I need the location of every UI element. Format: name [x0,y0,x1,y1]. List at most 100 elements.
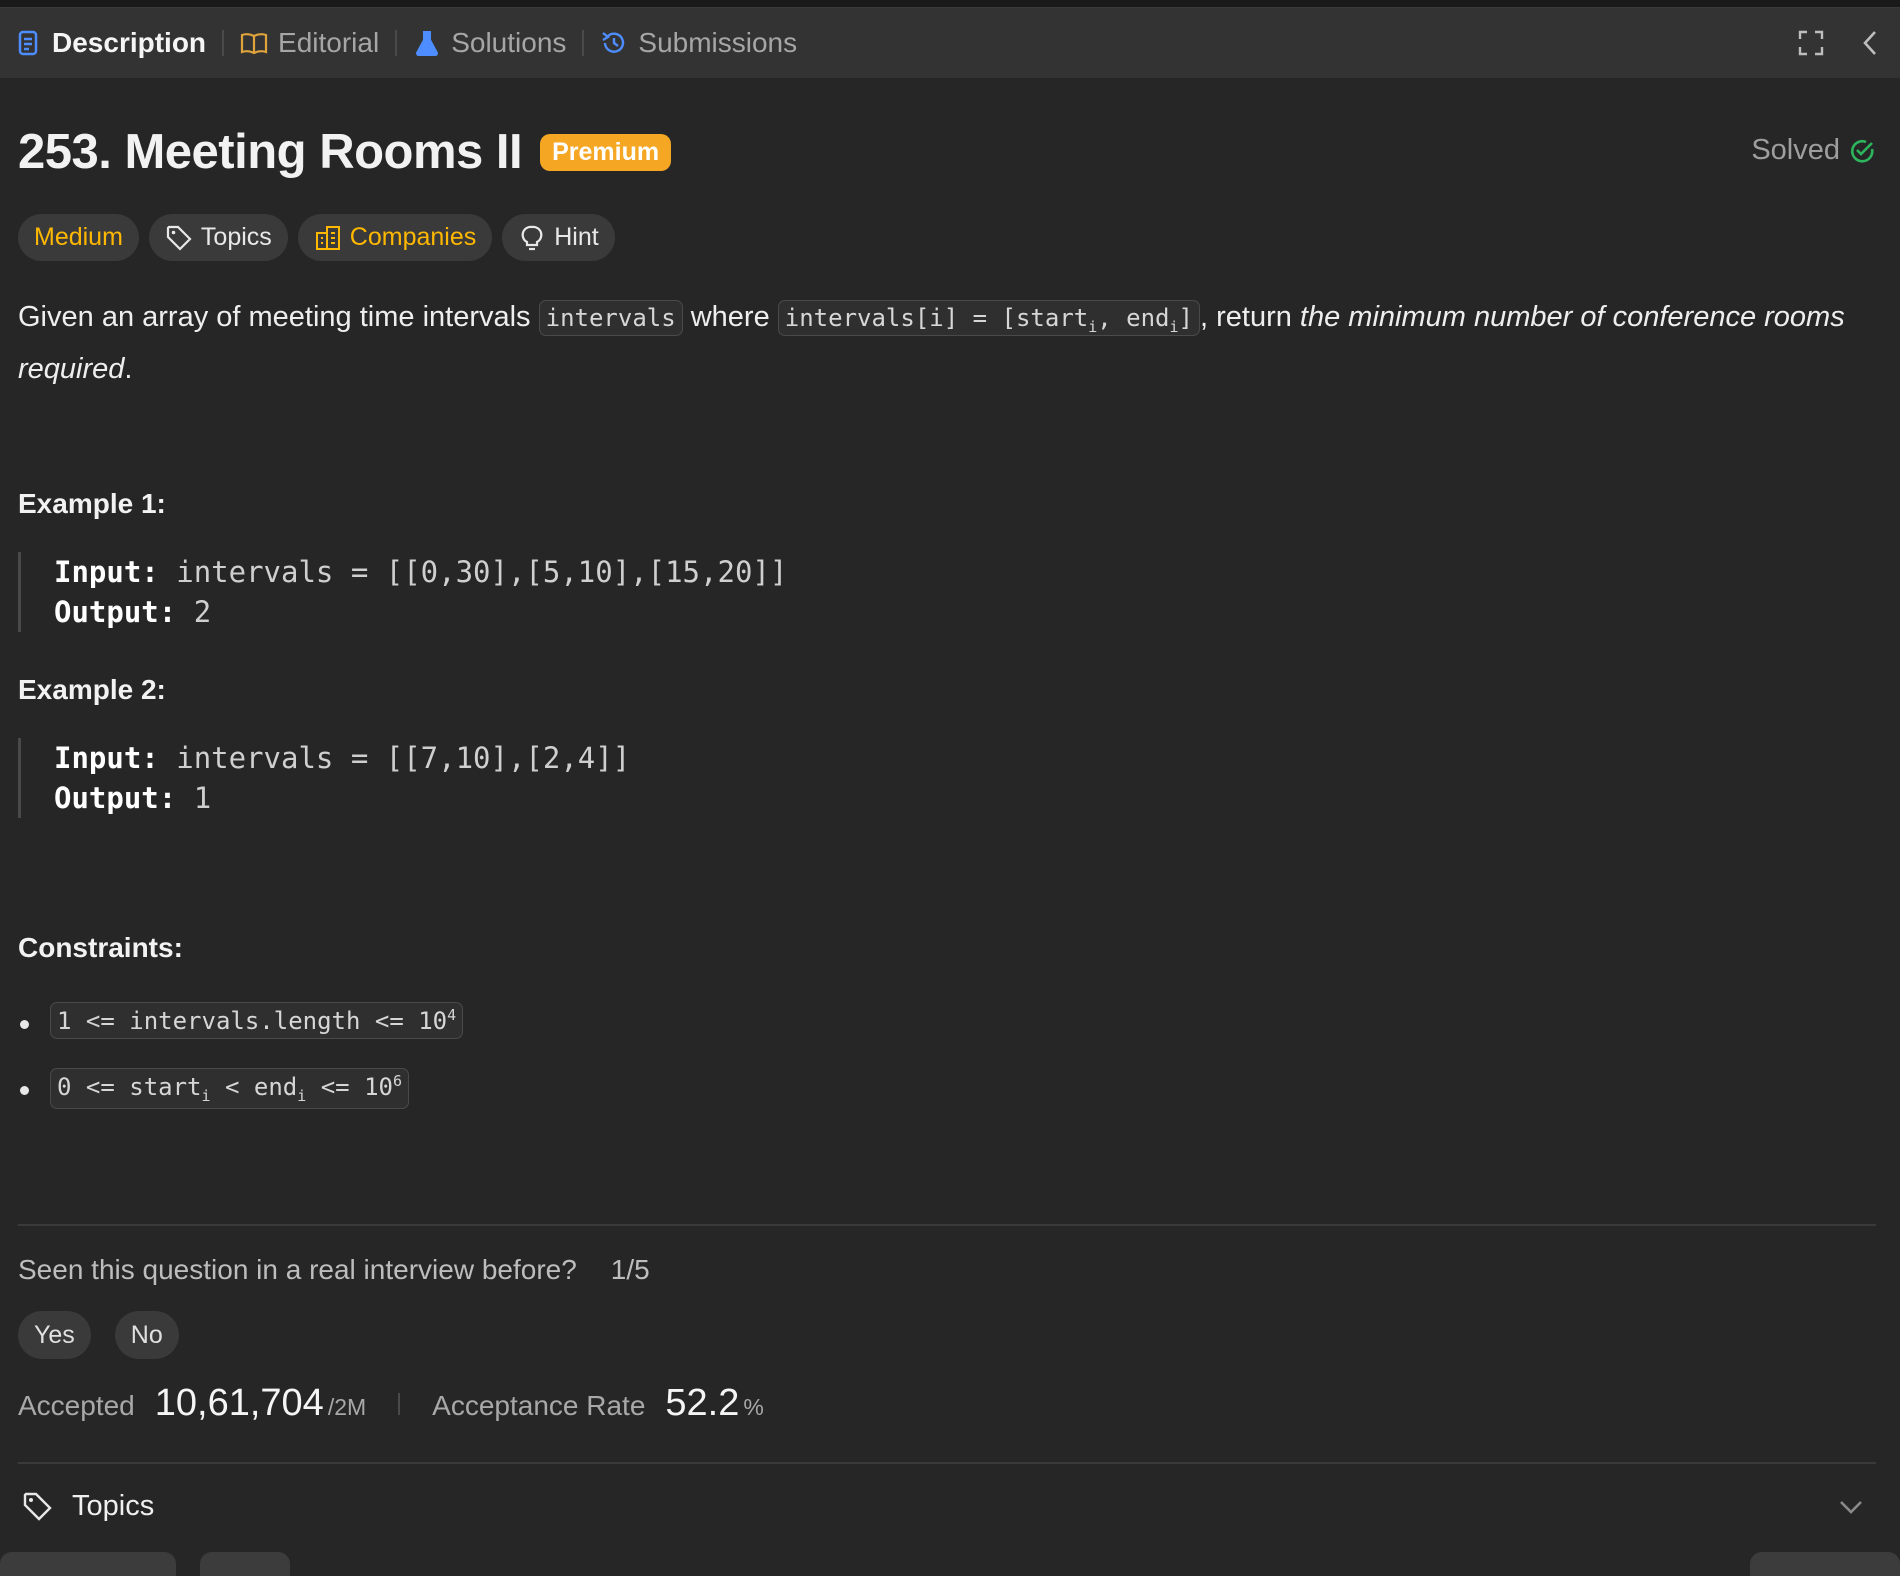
constraints-title: Constraints: [18,932,183,963]
tab-label: Solutions [451,27,567,58]
difficulty-chip: Medium [18,214,139,261]
code-subscript: i [201,1086,211,1105]
tab-label: Description [52,27,207,58]
section-divider [18,1462,1876,1464]
acceptance-rate-value: 52.2 [665,1382,740,1424]
code-text: ] [1178,304,1193,332]
solved-label: Solved [1751,134,1840,166]
vote-button-group[interactable] [0,1552,176,1576]
accepted-count: 10,61,704 [154,1382,324,1424]
lightbulb-icon [518,224,546,252]
example-input-line: Input: intervals = [[0,30],[5,10],[15,20… [54,552,787,592]
output-label: Output: [54,781,177,815]
code-subscript: i [1169,317,1179,336]
title-row: 253. Meeting Rooms II Premium [18,124,672,180]
book-icon [240,29,268,57]
description-text: where [682,301,778,333]
constraints-list: 1 <= intervals.length <= 104 0 <= starti… [18,1002,464,1134]
code-subscript: i [297,1086,307,1105]
interview-answer-buttons: Yes No [18,1311,179,1359]
inline-code: intervals[i] = [starti, endi] [777,300,1200,336]
topics-section-label: Topics [72,1490,155,1522]
tag-icon [22,1491,54,1523]
code-subscript: i [1088,317,1098,336]
example-title: Example 2: [18,674,166,705]
no-button[interactable]: No [114,1311,179,1359]
tab-bar-actions [1796,8,1886,78]
tab-submissions[interactable]: Submissions [600,8,797,78]
tag-icon [165,224,193,252]
example-output: 1 [193,781,212,815]
inline-code: 0 <= starti < endi <= 106 [50,1068,409,1109]
hint-label: Hint [554,223,599,251]
history-icon [600,29,628,57]
code-text: intervals[i] = [start [784,304,1089,332]
tab-description[interactable]: Description [14,8,206,78]
tab-editorial[interactable]: Editorial [240,8,379,78]
section-divider [18,1224,1876,1226]
yes-button[interactable]: Yes [18,1311,91,1359]
companies-label: Companies [349,223,477,251]
example-block: Input: intervals = [[7,10],[2,4]] Output… [18,738,630,818]
example-input: intervals = [[0,30],[5,10],[15,20]] [176,555,788,589]
topics-section-header[interactable]: Topics [18,1490,1876,1523]
output-label: Output: [54,595,177,629]
chevron-down-icon[interactable] [1836,1492,1866,1522]
difficulty-label: Medium [34,223,123,251]
tab-label: Editorial [278,27,380,58]
example-input-line: Input: intervals = [[7,10],[2,4]] [54,738,630,778]
example-title: Example 1: [18,488,166,519]
input-label: Input: [54,555,159,589]
submissions-total: /2M [327,1394,367,1420]
tab-separator [222,30,225,56]
stats-separator [398,1393,401,1415]
fullscreen-icon[interactable] [1796,28,1826,58]
code-text: intervals [545,304,676,332]
interview-question-text: Seen this question in a real interview b… [18,1254,577,1285]
input-label: Input: [54,741,159,775]
flask-icon [413,29,441,57]
collapse-left-icon[interactable] [1856,28,1886,58]
code-text: 0 <= start [57,1073,202,1101]
acceptance-stats: Accepted 10,61,704 /2M Acceptance Rate 5… [18,1382,764,1425]
code-text: <= 10 [306,1073,393,1101]
description-text: . [124,352,133,385]
comments-button[interactable] [200,1552,290,1576]
constraint-item: 1 <= intervals.length <= 104 [18,1002,464,1068]
solved-status: Solved [1751,134,1876,167]
example-input: intervals = [[7,10],[2,4]] [176,741,631,775]
problem-tags: Medium Topics Companies Hint [18,214,615,261]
tab-solutions[interactable]: Solutions [413,8,566,78]
description-text: Given an array of meeting time intervals [18,301,539,333]
code-text: 1 <= intervals.length <= 10 [57,1007,448,1035]
window-top-border [0,0,1900,8]
code-text: < end [210,1073,298,1101]
description-text: , return [1199,301,1300,333]
online-count [1750,1552,1900,1576]
interview-question: Seen this question in a real interview b… [18,1254,650,1286]
code-superscript: 4 [447,1006,457,1024]
tab-label: Submissions [638,27,798,58]
tab-bar: Description Editorial Solutions Submissi… [0,8,1900,78]
constraint-item: 0 <= starti < endi <= 106 [18,1068,463,1134]
problem-title[interactable]: 253. Meeting Rooms II [18,124,523,180]
hint-chip[interactable]: Hint [502,214,615,261]
example-output-line: Output: 1 [54,778,630,818]
example-output: 2 [193,595,212,629]
accepted-label: Accepted [18,1390,135,1421]
bottom-action-bar-partial [0,1552,1900,1576]
building-icon [314,224,342,252]
inline-code: 1 <= intervals.length <= 104 [50,1002,464,1039]
companies-chip[interactable]: Companies [297,214,493,261]
topics-label: Topics [200,223,272,251]
description-icon [14,29,42,57]
code-superscript: 6 [392,1072,402,1090]
acceptance-rate-unit: % [743,1394,764,1420]
example-output-line: Output: 2 [54,592,787,632]
topics-chip[interactable]: Topics [148,214,288,261]
problem-description: Given an array of meeting time intervals… [18,296,1876,390]
inline-code: intervals [538,300,683,336]
check-circle-icon [1848,137,1876,165]
example-block: Input: intervals = [[0,30],[5,10],[15,20… [18,552,787,632]
tab-separator [582,30,585,56]
